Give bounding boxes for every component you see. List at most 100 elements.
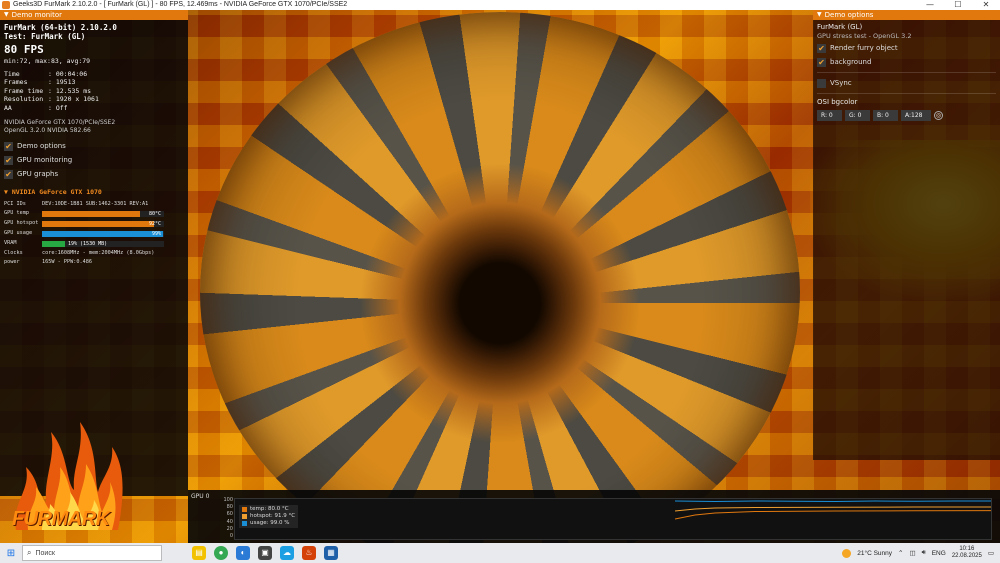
power-value: 165W - PPW:0.486 [42,259,92,266]
usage-line [675,500,991,503]
option-checkbox[interactable]: ✔ [817,57,826,67]
color-picker-icon[interactable]: ◎ [934,111,943,120]
gpu-collapse-icon[interactable]: ▼ [4,188,8,196]
gl-version: OpenGL 3.2.0 NVIDIA 582.66 [4,126,91,134]
gpu-bar: 92°C [42,221,164,228]
window-title: Geeks3D FurMark 2.10.2.0 - [ FurMark (GL… [13,1,348,8]
temp-line [675,510,991,520]
clock-date: 22.08.2025 [951,553,982,559]
power-row: power 165W - PPW:0.486 [4,258,184,268]
furmark-app-icon [2,1,10,9]
furmark-taskbar-icon[interactable]: ♨ [302,546,316,560]
gpu-bar-row: GPU usage 99% [4,229,184,239]
search-placeholder: Поиск [35,549,55,557]
osi-color-input[interactable]: G: 0 [845,110,870,121]
monitor-label: GPU monitoring [17,156,73,165]
option-checkbox-row[interactable]: ✔ background [817,55,996,69]
app-icon[interactable]: ▣ [258,546,272,560]
gpu-bar-row: VRAM 19% (1530 MB) [4,239,184,249]
volume-icon[interactable]: 🔊︎ [922,549,926,557]
graph-y-tick: 20 [226,525,233,532]
gpu-bar-text: 92°C [148,221,161,228]
option-label: Render furry object [830,43,898,52]
minimize-icon[interactable]: — [916,0,944,10]
vsync-label: VSync [830,78,852,87]
legend-entry: hotspot: 91.9 °C [242,513,295,520]
taskbar-apps: ▤ ● ◐ ▣ ☁ ♨ ▦ [192,546,338,560]
pci-key: PCI IDs [4,200,26,207]
osi-bgcolor-label: OSI bgcolor [817,98,858,106]
osi-color-input[interactable]: R: 0 [817,110,842,121]
notifications-icon[interactable]: ▭ [988,549,994,557]
file-explorer-icon[interactable]: ▤ [192,546,206,560]
stat-row: Resolution: 1920 x 1061 [4,95,184,104]
gpu-bar-key: GPU hotspot [4,220,39,227]
gpu-bar-fill [42,211,140,218]
gpu-bars: GPU temp 80°C GPU hotspot 92°C GPU usage… [4,209,184,248]
app-name: FurMark (64-bit) 2.10.2.0 [4,23,117,32]
cloud-app-icon[interactable]: ☁ [280,546,294,560]
demo-monitor-header[interactable]: ▼ Demo monitor [0,10,188,20]
tray-chevron-icon[interactable]: ⌃ [898,549,903,557]
graph-area: 100 80 60 40 20 0 temp: 80.0 °C hotspot: 91.9 … [223,497,992,540]
taskbar-clock[interactable]: 10:16 22.08.2025 [952,546,982,560]
language-indicator[interactable]: ENG [932,550,946,557]
window-titlebar: Geeks3D FurMark 2.10.2.0 - [ FurMark (GL… [0,0,1000,10]
stat-value: : 00:04:06 [48,69,88,78]
vsync-checkbox[interactable] [817,78,826,88]
stat-key: Frame time [4,86,44,95]
gpu-bar-text: 19% (1530 MB) [68,240,108,247]
chrome-icon[interactable]: ● [214,546,228,560]
monitor-checkbox-row[interactable]: ✔ GPU graphs [4,168,184,182]
stat-value: : 1920 x 1061 [48,95,99,104]
options-demo-title: FurMark (GL) [817,23,863,31]
maximize-icon[interactable]: ☐ [944,0,972,10]
stats-list: Time: 00:04:06 Frames: 19513 Frame time: 1… [4,70,184,113]
option-checkboxes: ✔ Render furry object ✔ background [817,41,996,69]
fps-stats: min:72, max:83, avg:79 [4,57,91,65]
network-icon[interactable]: ◫ [909,549,915,557]
clocks-row: Clocks core:1608MHz - mem:2004MHz (8.0Gb… [4,249,184,259]
stat-value: : 12.535 ms [48,86,92,95]
gpu-graph-panel: GPU 0 100 80 60 40 20 0 temp: 80.0 °C hotspot:… [188,490,1000,543]
gpu-bar-key: GPU usage [4,229,33,236]
demo-options-title: Demo options [824,11,874,19]
search-icon: ⌕ [27,548,32,557]
option-checkbox[interactable]: ✔ [817,43,826,53]
stat-row: Frames: 19513 [4,78,184,87]
monitor-label: Demo options [17,142,66,151]
gpu-bar-fill [42,240,66,247]
gpu-section-title[interactable]: ▼ NVIDIA GeForce GTX 1070 [4,188,184,197]
collapse-triangle-icon[interactable]: ▼ [4,10,9,20]
graph-y-tick: 100 [223,497,233,503]
legend-swatch [242,521,247,526]
legend-swatch [242,514,247,519]
gpu-bar-text: 99% [151,230,161,237]
monitor-checkbox[interactable]: ✔ [4,156,13,166]
test-name: Test: FurMark (GL) [4,32,86,41]
close-icon[interactable]: ✕ [972,0,1000,10]
weather-text[interactable]: 21°C Sunny [857,550,892,557]
gpu-bar-text: 80°C [148,211,161,218]
monitor-checkbox-row[interactable]: ✔ GPU monitoring [4,154,184,168]
gpu-name: NVIDIA GeForce GTX 1070 [11,187,102,196]
monitor-checkbox[interactable]: ✔ [4,170,13,180]
options-collapse-icon[interactable]: ▼ [817,10,822,20]
vsync-checkbox-row[interactable]: VSync [817,76,996,90]
monitor-label: GPU graphs [17,170,59,179]
furmark-logo-text: FURMARK [12,508,110,530]
osi-bgcolor-inputs: R: 0 G: 0 B: 0 A:128 ◎ [817,110,996,121]
monitor-checkbox[interactable]: ✔ [4,142,13,152]
demo-monitor-title: Demo monitor [11,11,63,19]
option-checkbox-row[interactable]: ✔ Render furry object [817,41,996,55]
osi-color-input[interactable]: B: 0 [873,110,898,121]
window-app-icon[interactable]: ▦ [324,546,338,560]
taskbar-search-box[interactable]: ⌕ Поиск [22,545,162,561]
browser-icon[interactable]: ◐ [236,546,250,560]
legend-label: hotspot: 91.9 °C [250,513,296,519]
osi-color-input[interactable]: A:128 [901,110,931,121]
monitor-checkbox-row[interactable]: ✔ Demo options [4,140,184,154]
windows-start-icon[interactable]: ⊞ [0,543,22,563]
demo-options-header[interactable]: ▼ Demo options [813,10,1000,20]
legend-label: temp: 80.0 °C [250,506,289,512]
